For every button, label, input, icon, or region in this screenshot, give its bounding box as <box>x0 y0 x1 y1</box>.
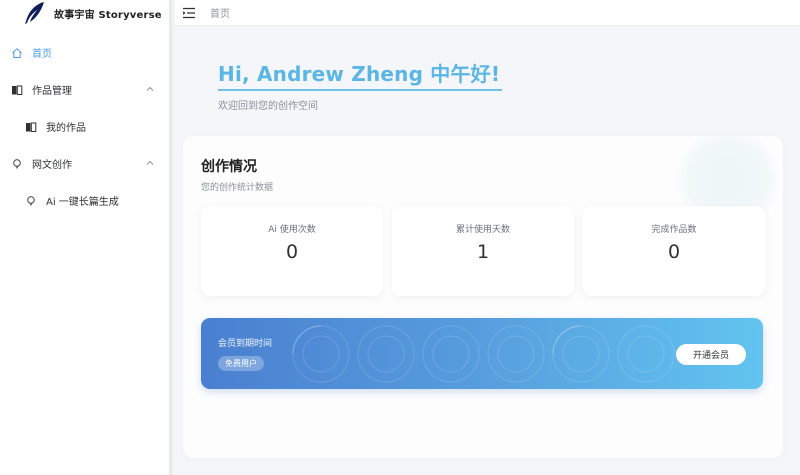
stats-panel: 创作情况 您的创作统计数据 Ai 使用次数 0 累计使用天数 1 完成作品数 0 <box>183 136 783 458</box>
sidebar-item-ai-long-novel[interactable]: Ai 一键长篇生成 <box>0 182 169 219</box>
top-header: 首页 <box>175 0 800 26</box>
book-icon <box>24 120 38 134</box>
home-icon <box>10 46 24 60</box>
app-name: 故事宇宙 Storyverse <box>54 9 162 21</box>
stat-label: 完成作品数 <box>651 225 697 235</box>
menu-fold-icon[interactable] <box>182 6 196 20</box>
sidebar: 故事宇宙 Storyverse 首页 作品管理 我的作品 网文创作 Ai 一键长… <box>0 0 170 475</box>
sidebar-item-web-novel-creation[interactable]: 网文创作 <box>0 145 169 182</box>
panel-subtitle: 您的创作统计数据 <box>201 183 274 193</box>
stat-label: 累计使用天数 <box>455 225 510 235</box>
stat-card-ai-usage: Ai 使用次数 0 <box>201 206 383 296</box>
stat-value: 0 <box>667 241 681 263</box>
greeting-underline <box>218 89 502 91</box>
sidebar-item-label: Ai 一键长篇生成 <box>46 197 119 208</box>
stat-value: 0 <box>285 241 299 263</box>
feather-quill-icon <box>25 2 44 24</box>
stat-value: 1 <box>476 241 490 263</box>
sidebar-item-works-management[interactable]: 作品管理 <box>0 71 169 108</box>
sidebar-item-home[interactable]: 首页 <box>0 34 169 71</box>
stat-card-completed-works: 完成作品数 0 <box>583 206 765 296</box>
stat-card-usage-days: 累计使用天数 1 <box>392 206 574 296</box>
chevron-up-icon[interactable] <box>145 158 155 168</box>
greeting-title: Hi, Andrew Zheng 中午好! <box>218 62 501 86</box>
lightbulb-icon <box>24 194 38 208</box>
sidebar-item-label: 首页 <box>32 49 52 60</box>
greeting-section: Hi, Andrew Zheng 中午好! 欢迎回到您的创作空间 <box>218 58 502 112</box>
book-icon <box>10 83 24 97</box>
breadcrumb[interactable]: 首页 <box>210 5 230 20</box>
brand[interactable]: 故事宇宙 Storyverse <box>0 0 169 26</box>
chevron-up-icon[interactable] <box>145 84 155 94</box>
dashboard-main: Hi, Andrew Zheng 中午好! 欢迎回到您的创作空间 创作情况 您的… <box>175 26 800 475</box>
sidebar-menu: 首页 作品管理 我的作品 网文创作 Ai 一键长篇生成 <box>0 34 169 219</box>
stat-label: Ai 使用次数 <box>268 225 316 235</box>
panel-title: 创作情况 <box>201 159 257 175</box>
lightbulb-icon <box>10 157 24 171</box>
sidebar-item-my-works[interactable]: 我的作品 <box>0 108 169 145</box>
open-membership-button[interactable]: 开通会员 <box>676 344 746 365</box>
greeting-subtitle: 欢迎回到您的创作空间 <box>218 101 318 112</box>
membership-expiry-label: 会员到期时间 <box>218 339 273 349</box>
membership-status-badge: 免费用户 <box>218 356 264 371</box>
sidebar-item-label: 我的作品 <box>46 123 86 134</box>
membership-card: 会员到期时间 免费用户 开通会员 <box>201 318 763 389</box>
